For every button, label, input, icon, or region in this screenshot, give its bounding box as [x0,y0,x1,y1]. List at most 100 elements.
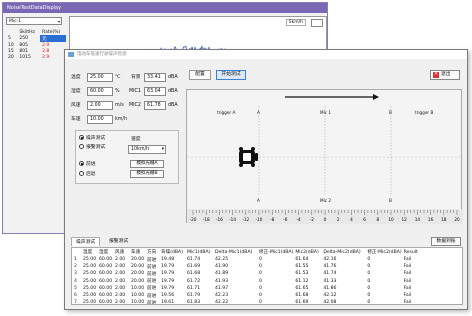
sim-grating-a-button[interactable]: 模拟光栅A [130,160,164,168]
grid-cell: 41.76 [323,264,337,270]
trigger-a-label: trigger A [217,110,236,115]
grid-cell: 60.00 [99,285,113,291]
grid-row[interactable]: 1 25.00 60.00 2.00 20.00 前进 19.48 61.74 42.25 0 61… [72,256,425,263]
speed-select-label: 速度 [131,137,141,142]
grid-cell: 41.90 [215,264,229,270]
grid-cell: 60.00 [99,293,113,299]
grid-header-cell[interactable]: Mic2(dBA) [294,248,322,256]
ruler-tick-label: -8 [270,217,275,222]
speed-select[interactable]: 10km/h ▾ [128,145,166,154]
grid-header-cell[interactable]: 温度 [82,248,98,256]
frequency-table-cell: 2.9 [42,54,50,60]
grid-row[interactable]: 3 25.00 60.00 2.00 20.00 前进 19.79 61.68 41.89 0 61… [72,270,425,277]
frequency-table-row[interactable]: 20 1015 2.9 [6,54,66,60]
alarm-test-radio[interactable]: 报警测试 [79,143,105,150]
grid-cell: 2.00 [115,264,126,270]
grid-cell: 42.25 [215,257,229,263]
grid-header-cell[interactable]: Mic1(dBA) [186,248,214,256]
grid-cell: 19.79 [161,271,175,277]
grid-row[interactable]: 5 25.00 60.00 2.00 10.00 前进 19.79 61.71 41.97 0 61… [72,285,425,292]
frequency-table-cell: 元 [40,35,66,42]
speed-unit: km/h [115,117,128,122]
forward-radio[interactable]: 前进 [79,160,96,167]
tab-noise-test[interactable]: 噪声测试 [71,237,101,246]
grid-cell: Fail [403,271,412,277]
grid-cell: 20.00 [131,271,145,277]
grid-row[interactable]: 2 25.00 60.00 2.00 20.00 前进 19.79 61.69 41.90 0 61… [72,263,425,270]
grid-cell: 41.74 [323,271,337,277]
humidity-field[interactable]: 60.00 [87,87,113,96]
exit-button[interactable]: ✕ 退出 [430,70,460,80]
grid-cell: 前进 [147,293,157,299]
wind-field[interactable]: 2.00 [87,101,113,110]
ruler-tick-label: -18 [203,217,210,222]
grid-cell: 0 [259,278,262,284]
grid-header-cell[interactable]: 背噪(dBA) [160,248,186,256]
speed-field[interactable]: 10.00 [87,115,113,124]
grid-cell: 5 [74,285,77,291]
frequency-table-row[interactable]: 5 250 元 [6,35,66,42]
app-logo-icon [68,52,74,57]
grid-cell: 60.00 [99,264,113,270]
grid-header-cell[interactable]: 风速 [114,248,130,256]
grid-header-cell[interactable]: 湿度 [98,248,114,256]
grid-cell: 25.00 [83,278,97,284]
grid-cell: 61.68 [187,271,201,277]
grid-header-cell[interactable]: 车速 [130,248,146,256]
mic1-label: MIC1 [129,89,141,94]
grid-header-cell[interactable]: Delta-Mic1(dBA) [214,248,258,256]
grid-row[interactable]: 7 25.00 60.00 2.00 10.00 前进 19.61 61.83 42.22 0 61… [72,299,425,305]
grid-header-cell[interactable] [72,248,82,256]
grid-cell: 0 [367,285,371,291]
grid-cell: 19.79 [161,285,175,291]
sim-grating-b-button[interactable]: 模拟光栅B [130,170,164,178]
grid-cell: 41.89 [215,271,229,277]
noise-test-radio[interactable]: 噪声测试 [79,134,105,141]
chart-speed-label: Skm/h [285,19,306,26]
speed-select-value: 10km/h [131,147,150,152]
grid-cell: 19.61 [161,300,175,305]
grid-header-cell[interactable]: 修正-Mic1(dBA) [258,248,294,256]
frequency-table: SkiltHz Rate(%) 5 250 元 10 805 2.9 15 801 2.8 20 101… [6,29,66,60]
grid-cell: 61.12 [295,278,309,284]
grid-header-cell[interactable]: 修正-Mic2(dBA) [366,248,402,256]
bg-unit: dBA [168,75,178,80]
grid-header-cell[interactable]: Delta-Mic2(dBA) [322,248,366,256]
grid-cell: 42.16 [323,257,337,263]
mic2-marker: Mic 2 [320,198,332,203]
grid-cell: 10.00 [131,285,145,291]
mic2-field[interactable]: 61.78 [144,101,166,110]
test-track-diagram: -20 -18 -16 -14 -12 -10 -8 -6 -4 -2 0 2 4 6 8 10 12 14 16 1… [186,89,463,224]
alarm-test-label: 报警测试 [86,145,106,150]
grid-cell: 61.55 [295,264,309,270]
tab-alarm-test[interactable]: 报警测试 [105,237,132,246]
ruler-tick-label: -4 [297,217,302,222]
chart-thumbnail-icon[interactable] [311,19,323,27]
bg-field[interactable]: 33.41 [144,73,166,82]
grid-cell: Fail [403,257,412,263]
grid-header-cell[interactable]: Result [403,248,425,256]
mic1-field[interactable]: 63.04 [144,87,166,96]
grid-cell: 61.74 [187,257,201,263]
grid-cell: 0 [367,264,371,270]
grid-header-row: 温度 湿度 风速 车速 方向 背噪(dBA) Mic1(dBA) Delta-Mic1(dBA… [72,248,425,256]
grid-row[interactable]: 6 25.00 60.00 2.00 10.00 前进 19.56 61.79 42.23 0 61… [72,292,425,299]
export-button[interactable]: 数据到账 [431,237,461,246]
ruler-tick-label: -6 [283,217,288,222]
mic-select[interactable]: Mic-1 ▾ [6,17,62,25]
point-a-bottom: A [257,198,260,203]
temp-field[interactable]: 25.00 [87,73,113,82]
grid-header-cell[interactable]: 方向 [146,248,160,256]
ruler-tick-label: 12 [402,217,408,222]
backward-radio[interactable]: 后退 [79,170,96,177]
grid-cell: 19.79 [161,264,175,270]
grid-row[interactable]: 4 25.00 60.00 2.00 20.00 前进 19.79 61.72 41.93 0 61… [72,278,425,285]
config-button[interactable]: 配置 [189,70,211,80]
grid-cell: 60.00 [99,257,113,263]
grid-cell: 0 [259,300,262,305]
chevron-down-icon: ▾ [57,19,60,24]
grid-cell: 0 [367,278,371,284]
noise-test-dialog: 电动车低速行驶噪声检测 温度 25.00 ℃ 湿度 60.00 % 风速 2.0… [64,49,468,310]
start-test-button[interactable]: 开始测试 [216,70,246,80]
grid-cell: 41.33 [323,278,337,284]
